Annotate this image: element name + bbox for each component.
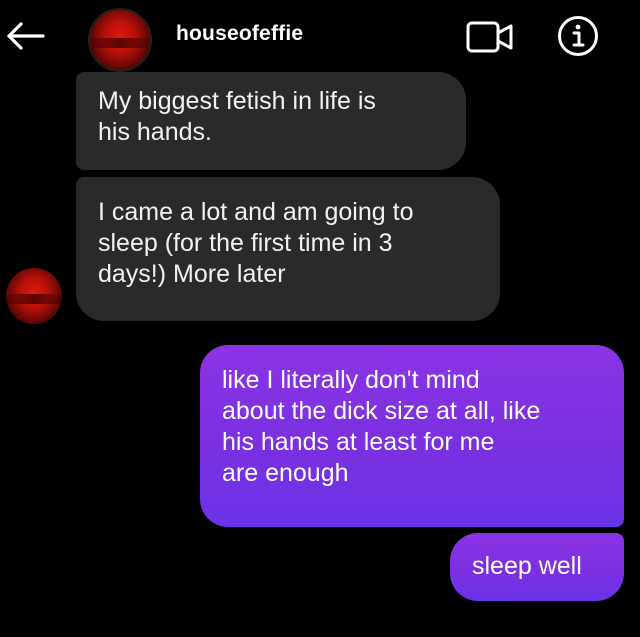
info-button[interactable] (556, 14, 600, 58)
outgoing-message[interactable]: like I literally don't mind about the di… (200, 345, 624, 527)
info-icon (558, 16, 598, 56)
message-text-line: about the dick size at all, like (222, 397, 541, 425)
video-call-button[interactable] (466, 20, 516, 54)
back-arrow-icon (7, 22, 45, 50)
message-text-line: his hands at least for me (222, 428, 495, 456)
video-call-icon (466, 21, 513, 53)
message-text-line: I came a lot and am going to (98, 198, 414, 226)
back-button[interactable] (0, 16, 50, 56)
dm-screen: houseofeffie My biggest fetish in life i… (0, 0, 640, 637)
outgoing-message[interactable]: sleep well (450, 533, 624, 601)
message-text-line: days!) More later (98, 260, 286, 288)
sender-avatar[interactable] (6, 268, 62, 324)
message-text-line: My biggest fetish in life is (98, 87, 376, 115)
message-text-line: sleep (for the first time in 3 (98, 229, 393, 257)
message-text-line: sleep well (472, 552, 582, 580)
message-text-line: his hands. (98, 118, 212, 146)
incoming-message[interactable]: I came a lot and am going to sleep (for … (76, 177, 500, 321)
message-text-line: are enough (222, 459, 349, 487)
message-text-line: like I literally don't mind (222, 366, 480, 394)
header-avatar[interactable] (88, 8, 152, 72)
conversation-header: houseofeffie (0, 0, 640, 72)
username[interactable]: houseofeffie (176, 22, 303, 46)
incoming-message[interactable]: My biggest fetish in life is his hands. (76, 72, 466, 170)
